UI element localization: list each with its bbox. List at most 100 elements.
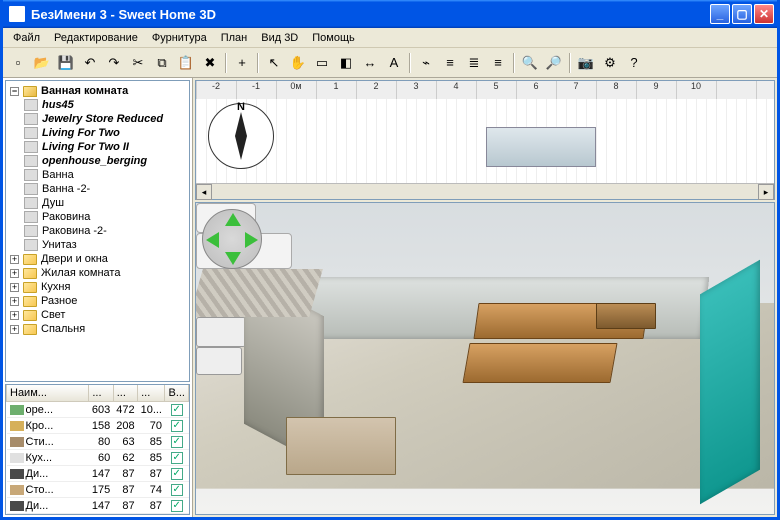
toolbar-split-button[interactable]: ⌁ bbox=[415, 52, 437, 74]
close-button[interactable]: ✕ bbox=[754, 4, 774, 24]
tree-item[interactable]: Раковина bbox=[24, 210, 185, 224]
toolbar-pan-button[interactable]: ✋ bbox=[287, 52, 309, 74]
furniture-col-header[interactable]: Наим... bbox=[7, 385, 89, 402]
toolbar-align-right-button[interactable]: ≡ bbox=[487, 52, 509, 74]
furniture-col-header[interactable]: ... bbox=[138, 385, 165, 402]
tree-category[interactable]: +Спальня bbox=[10, 322, 185, 336]
plan-horizontal-scrollbar[interactable]: ◂ ▸ bbox=[196, 183, 774, 199]
toolbar-room-button[interactable]: ◧ bbox=[335, 52, 357, 74]
furniture-col-header[interactable]: ... bbox=[89, 385, 113, 402]
furniture-row[interactable]: Ди...1478787✓ bbox=[7, 466, 189, 482]
furniture-col-header[interactable]: В... bbox=[165, 385, 189, 402]
cell-visible[interactable]: ✓ bbox=[165, 418, 189, 434]
3d-nav-control[interactable] bbox=[202, 209, 262, 269]
tree-item[interactable]: Living For Two II bbox=[24, 140, 185, 154]
expand-icon[interactable]: + bbox=[10, 283, 19, 292]
furniture-row[interactable]: Кро...15820870✓ bbox=[7, 418, 189, 434]
furniture-row[interactable]: оре...60347210...✓ bbox=[7, 402, 189, 418]
nav-left-button[interactable] bbox=[206, 232, 219, 248]
collapse-icon[interactable]: − bbox=[10, 87, 19, 96]
check-icon[interactable]: ✓ bbox=[171, 452, 183, 464]
toolbar-cut-button[interactable]: ✂ bbox=[127, 52, 149, 74]
tree-item[interactable]: Living For Two bbox=[24, 126, 185, 140]
menu-помощь[interactable]: Помощь bbox=[306, 30, 361, 46]
tree-item[interactable]: Раковина -2- bbox=[24, 224, 185, 238]
check-icon[interactable]: ✓ bbox=[171, 420, 183, 432]
menu-редактирование[interactable]: Редактирование bbox=[48, 30, 144, 46]
tree-item[interactable]: Ванна -2- bbox=[24, 182, 185, 196]
furniture-row[interactable]: Ди...1478787✓ bbox=[7, 498, 189, 514]
expand-icon[interactable]: + bbox=[10, 297, 19, 306]
maximize-button[interactable]: ▢ bbox=[732, 4, 752, 24]
nav-down-button[interactable] bbox=[225, 252, 241, 265]
tree-item[interactable]: Унитаз bbox=[24, 238, 185, 252]
cell-visible[interactable]: ✓ bbox=[165, 466, 189, 482]
furniture-row[interactable]: Кух...606285✓ bbox=[7, 450, 189, 466]
toolbar-wall-button[interactable]: ▭ bbox=[311, 52, 333, 74]
cell-visible[interactable]: ✓ bbox=[165, 450, 189, 466]
menu-файл[interactable]: Файл bbox=[7, 30, 46, 46]
toolbar-zoom-in-button[interactable]: 🔍 bbox=[519, 52, 541, 74]
tree-item[interactable]: Душ bbox=[24, 196, 185, 210]
furniture-col-header[interactable]: ... bbox=[113, 385, 137, 402]
toolbar-copy-button[interactable]: ⧉ bbox=[151, 52, 173, 74]
cell-visible[interactable]: ✓ bbox=[165, 434, 189, 450]
toolbar-save-button[interactable]: 💾 bbox=[55, 52, 77, 74]
cell-visible[interactable]: ✓ bbox=[165, 402, 189, 418]
scroll-right-button[interactable]: ▸ bbox=[758, 184, 774, 200]
scroll-left-button[interactable]: ◂ bbox=[196, 184, 212, 200]
toolbar-pointer-button[interactable]: ↖ bbox=[263, 52, 285, 74]
scroll-track[interactable] bbox=[212, 184, 758, 199]
view-3d[interactable] bbox=[195, 202, 775, 515]
expand-icon[interactable]: + bbox=[10, 255, 19, 264]
tree-category[interactable]: +Двери и окна bbox=[10, 252, 185, 266]
titlebar[interactable]: БезИмени 3 - Sweet Home 3D _ ▢ ✕ bbox=[3, 0, 777, 28]
toolbar-align-center-button[interactable]: ≣ bbox=[463, 52, 485, 74]
tree-category[interactable]: +Кухня bbox=[10, 280, 185, 294]
cell-visible[interactable]: ✓ bbox=[165, 498, 189, 514]
toolbar-camera-button[interactable]: 📷 bbox=[575, 52, 597, 74]
furniture-list[interactable]: Наим............В... оре...60347210...✓К… bbox=[5, 384, 190, 515]
menu-вид 3d[interactable]: Вид 3D bbox=[255, 30, 304, 46]
tree-item[interactable]: Jewelry Store Reduced bbox=[24, 112, 185, 126]
furniture-catalog-tree[interactable]: −Ванная комнатаhus45Jewelry Store Reduce… bbox=[5, 80, 190, 382]
plan-2d-view[interactable]: -2-10м12345678910 N ◂ ▸ bbox=[195, 80, 775, 200]
tree-item[interactable]: openhouse_berging bbox=[24, 154, 185, 168]
check-icon[interactable]: ✓ bbox=[171, 500, 183, 512]
toolbar-add-furniture-button[interactable]: + bbox=[231, 52, 253, 74]
expand-icon[interactable]: + bbox=[10, 311, 19, 320]
check-icon[interactable]: ✓ bbox=[171, 484, 183, 496]
toolbar-align-left-button[interactable]: ≡ bbox=[439, 52, 461, 74]
check-icon[interactable]: ✓ bbox=[171, 468, 183, 480]
toolbar-dimension-button[interactable]: ↔ bbox=[359, 52, 381, 74]
furniture-row[interactable]: Сто...1758774✓ bbox=[7, 482, 189, 498]
toolbar-paste-button[interactable]: 📋 bbox=[175, 52, 197, 74]
tree-category[interactable]: +Разное bbox=[10, 294, 185, 308]
furniture-row[interactable]: Сти...806385✓ bbox=[7, 434, 189, 450]
menu-фурнитура[interactable]: Фурнитура bbox=[146, 30, 213, 46]
toolbar-redo-button[interactable]: ↷ bbox=[103, 52, 125, 74]
toolbar-undo-button[interactable]: ↶ bbox=[79, 52, 101, 74]
toolbar-prefs-button[interactable]: ⚙ bbox=[599, 52, 621, 74]
cell-visible[interactable]: ✓ bbox=[165, 482, 189, 498]
tree-category[interactable]: +Свет bbox=[10, 308, 185, 322]
expand-icon[interactable]: + bbox=[10, 325, 19, 334]
menu-план[interactable]: План bbox=[215, 30, 254, 46]
toolbar-text-button[interactable]: A bbox=[383, 52, 405, 74]
tree-item[interactable]: hus45 bbox=[24, 98, 185, 112]
plan-canvas[interactable]: N bbox=[196, 99, 774, 183]
toolbar-zoom-out-button[interactable]: 🔎 bbox=[543, 52, 565, 74]
tree-category[interactable]: +Жилая комната bbox=[10, 266, 185, 280]
tree-root[interactable]: −Ванная комната bbox=[10, 85, 185, 97]
toolbar-new-button[interactable]: ▫ bbox=[7, 52, 29, 74]
toolbar-delete-button[interactable]: ✖ bbox=[199, 52, 221, 74]
expand-icon[interactable]: + bbox=[10, 269, 19, 278]
check-icon[interactable]: ✓ bbox=[171, 404, 183, 416]
tree-item[interactable]: Ванна bbox=[24, 168, 185, 182]
toolbar-help-button[interactable]: ? bbox=[623, 52, 645, 74]
compass-icon[interactable]: N bbox=[208, 103, 274, 169]
minimize-button[interactable]: _ bbox=[710, 4, 730, 24]
nav-right-button[interactable] bbox=[245, 232, 258, 248]
check-icon[interactable]: ✓ bbox=[171, 436, 183, 448]
toolbar-open-button[interactable]: 📂 bbox=[31, 52, 53, 74]
